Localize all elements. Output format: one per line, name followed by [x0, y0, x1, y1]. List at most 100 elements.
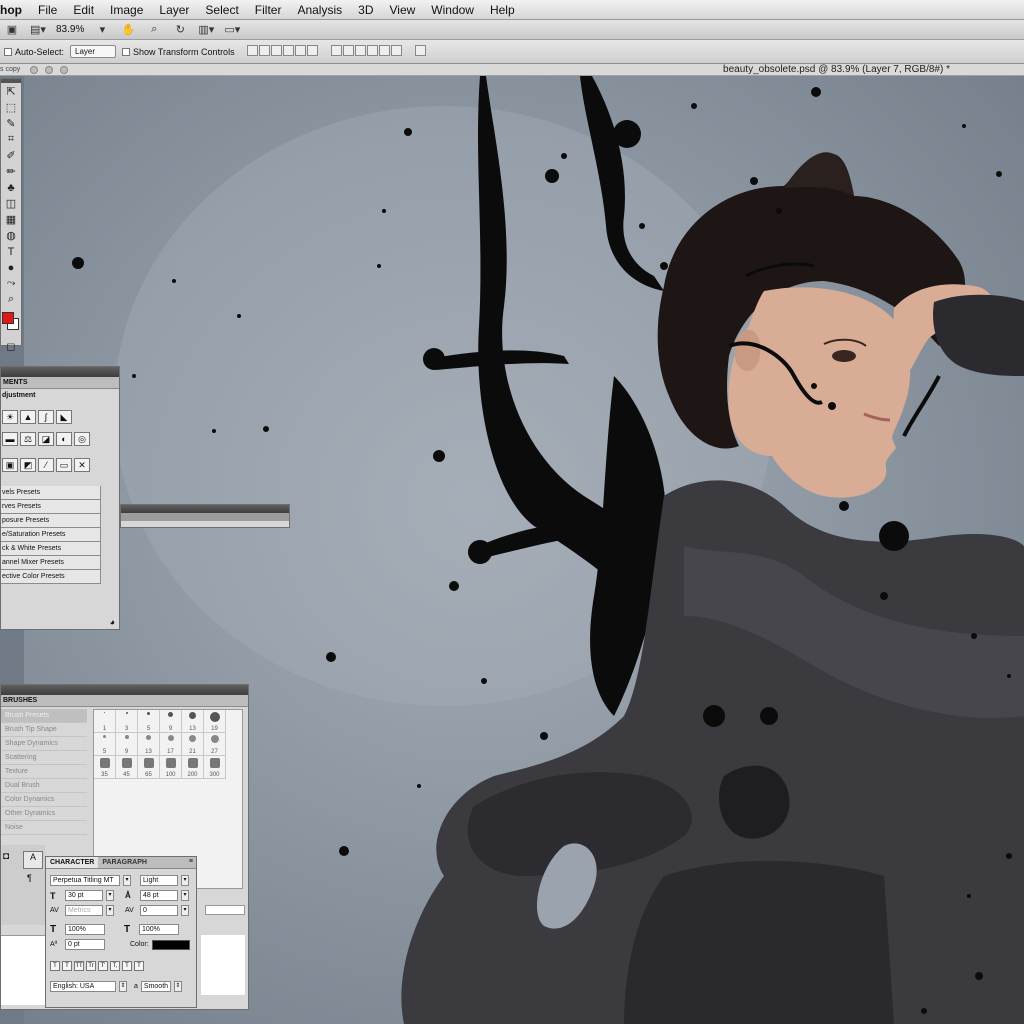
shape-icon[interactable]: ● — [2, 260, 20, 275]
leading-dropdown[interactable]: ▾ — [181, 890, 189, 901]
distribute-buttons[interactable] — [330, 45, 403, 58]
photo-filter-icon[interactable]: ◐ — [56, 432, 72, 446]
document-tab-fragment[interactable]: s copy — [0, 64, 20, 76]
brush-tip[interactable]: 200 — [182, 756, 204, 779]
menu-3d[interactable]: 3D — [350, 3, 381, 17]
preset-exposure[interactable]: posure Presets — [1, 514, 101, 528]
stamp-icon[interactable]: ♣ — [2, 180, 20, 195]
menu-layer[interactable]: Layer — [151, 3, 197, 17]
brush-tip[interactable]: 65 — [138, 756, 160, 779]
brush-tip[interactable]: 13 — [138, 733, 160, 756]
selective-color-icon[interactable]: ✕ — [74, 458, 90, 472]
preset-black-white[interactable]: ck & White Presets — [1, 542, 101, 556]
brush-tip[interactable]: 17 — [160, 733, 182, 756]
brush-tip[interactable]: 100 — [160, 756, 182, 779]
foreground-color-swatch[interactable] — [2, 312, 14, 324]
strikethrough-button[interactable]: T — [134, 961, 144, 971]
tab-paragraph[interactable]: PARAGRAPH — [98, 857, 151, 868]
distribute-right-icon[interactable] — [390, 45, 402, 56]
threshold-icon[interactable]: ⁄ — [38, 458, 54, 472]
gradient-map-icon[interactable]: ▭ — [56, 458, 72, 472]
font-size-field[interactable]: 30 pt — [65, 890, 103, 901]
show-transform-checkbox[interactable]: Show Transform Controls — [122, 47, 235, 57]
distribute-bottom-icon[interactable] — [354, 45, 366, 56]
brightness-icon[interactable]: ☀ — [2, 410, 18, 424]
text-layer-icon[interactable]: A — [23, 851, 43, 869]
vertical-scale-field[interactable]: 100% — [65, 924, 105, 935]
menu-filter[interactable]: Filter — [247, 3, 290, 17]
app-name[interactable]: hop — [0, 3, 30, 17]
brush-tip[interactable]: 27 — [204, 733, 226, 756]
zoom-window-button[interactable] — [60, 66, 68, 74]
font-size-dropdown[interactable]: ▾ — [106, 890, 114, 901]
posterize-icon[interactable]: ◩ — [20, 458, 36, 472]
align-left-icon[interactable] — [282, 45, 294, 56]
dodge-icon[interactable]: ◍ — [2, 228, 20, 243]
menu-image[interactable]: Image — [102, 3, 151, 17]
menu-file[interactable]: File — [30, 3, 65, 17]
leading-field[interactable]: 48 pt — [140, 890, 178, 901]
distribute-top-icon[interactable] — [330, 45, 342, 56]
text-color-swatch[interactable] — [151, 939, 190, 950]
texture-item[interactable]: Texture — [1, 765, 87, 779]
levels-icon[interactable]: ▲ — [20, 410, 36, 424]
font-style-dropdown[interactable]: ▾ — [181, 875, 189, 886]
menu-select[interactable]: Select — [197, 3, 246, 17]
channel-mixer-icon[interactable]: ◎ — [74, 432, 90, 446]
zoom-icon[interactable]: ⌕ — [146, 23, 162, 37]
brush-icon[interactable]: ✏ — [2, 164, 20, 179]
zoom-tool-icon[interactable]: ⌕ — [2, 292, 20, 307]
rotate-view-icon[interactable]: ↻ — [172, 23, 188, 37]
brush-tip[interactable]: 3 — [116, 710, 138, 733]
all-caps-button[interactable]: TT — [74, 961, 84, 971]
baseline-shift-field[interactable]: 0 pt — [65, 939, 105, 950]
align-top-icon[interactable] — [246, 45, 258, 56]
menu-analysis[interactable]: Analysis — [289, 3, 350, 17]
brush-tip[interactable]: 300 — [204, 756, 226, 779]
view-extras-icon[interactable]: ▤▾ — [30, 23, 46, 37]
marquee-icon[interactable]: ⬚ — [2, 100, 20, 115]
brush-tip[interactable]: 5 — [138, 710, 160, 733]
paragraph-icon[interactable]: ¶ — [27, 873, 32, 883]
path-icon[interactable]: ⤳ — [2, 276, 20, 291]
kerning-field[interactable]: Metrics — [65, 905, 103, 916]
menu-window[interactable]: Window — [423, 3, 482, 17]
hand-icon[interactable]: ✋ — [120, 23, 136, 37]
chevron-down-icon[interactable]: ▾ — [94, 23, 110, 37]
black-white-icon[interactable]: ◪ — [38, 432, 54, 446]
zoom-level[interactable]: 83.9% — [56, 24, 84, 35]
align-bottom-icon[interactable] — [270, 45, 282, 56]
vibrance-icon[interactable]: ▬ — [2, 432, 18, 446]
close-window-button[interactable] — [30, 66, 38, 74]
shape-dynamics-item[interactable]: Shape Dynamics — [1, 737, 87, 751]
language-dropdown[interactable]: ⇕ — [119, 981, 127, 992]
align-hcenter-icon[interactable] — [294, 45, 306, 56]
tab-character[interactable]: CHARACTER — [46, 857, 99, 868]
brush-tip[interactable]: 19 — [204, 710, 226, 733]
minimize-window-button[interactable] — [45, 66, 53, 74]
type-icon[interactable]: T — [2, 244, 20, 259]
curves-icon[interactable]: ∫ — [38, 410, 54, 424]
horizontal-scale-field[interactable]: 100% — [139, 924, 179, 935]
tracking-dropdown[interactable]: ▾ — [181, 905, 189, 916]
brush-tip-shape-item[interactable]: Brush Tip Shape — [1, 723, 87, 737]
menu-help[interactable]: Help — [482, 3, 523, 17]
font-style-field[interactable]: Light — [140, 875, 178, 886]
distribute-hcenter-icon[interactable] — [378, 45, 390, 56]
tracking-field[interactable]: 0 — [140, 905, 178, 916]
distribute-left-icon[interactable] — [366, 45, 378, 56]
align-right-icon[interactable] — [306, 45, 318, 56]
noise-item[interactable]: Noise — [1, 821, 87, 835]
brush-tip[interactable]: 1 — [94, 710, 116, 733]
menu-edit[interactable]: Edit — [65, 3, 102, 17]
exposure-icon[interactable]: ◣ — [56, 410, 72, 424]
scattering-item[interactable]: Scattering — [1, 751, 87, 765]
eraser-icon[interactable]: ◫ — [2, 196, 20, 211]
arrange-documents-icon[interactable]: ▥▾ — [198, 23, 214, 37]
brush-tip[interactable]: 35 — [94, 756, 116, 779]
dual-brush-item[interactable]: Dual Brush — [1, 779, 87, 793]
small-caps-button[interactable]: Tr — [86, 961, 96, 971]
screen-mode-icon[interactable]: ▭▾ — [224, 23, 240, 37]
color-dynamics-item[interactable]: Color Dynamics — [1, 793, 87, 807]
superscript-button[interactable]: T' — [98, 961, 108, 971]
